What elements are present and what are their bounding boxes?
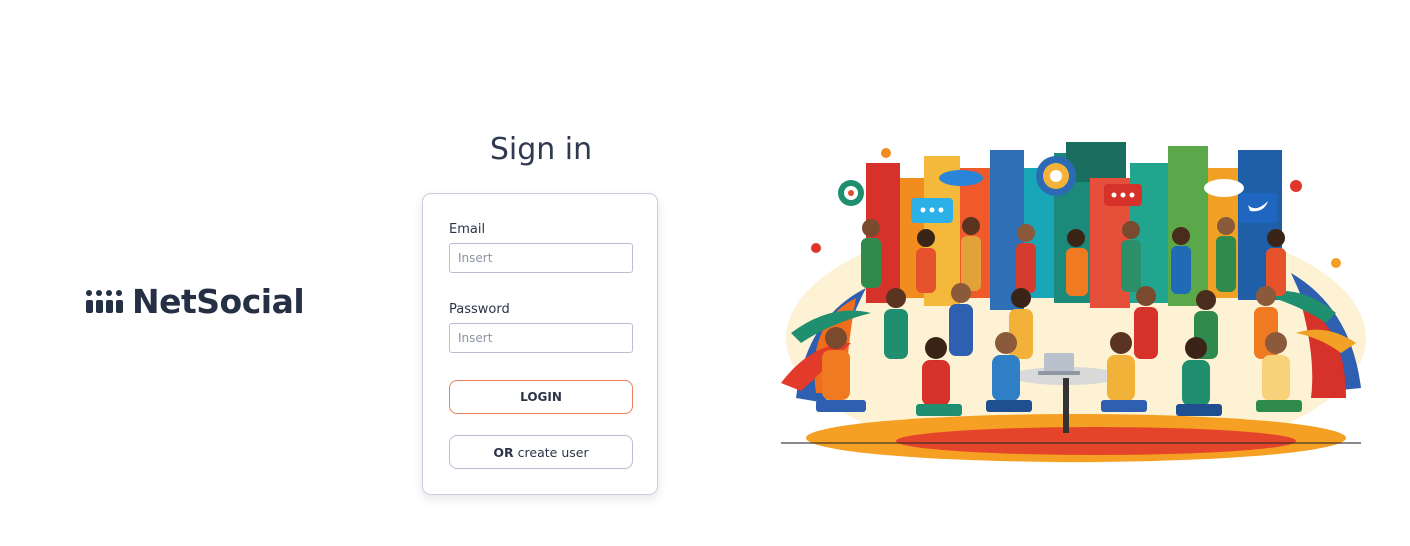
create-user-label: create user (517, 444, 589, 460)
signin-card: Email Password LOGIN OR create user (422, 193, 658, 495)
password-label: Password (449, 302, 510, 317)
create-user-prefix: OR (493, 444, 514, 460)
brand-logo: NetSocial (86, 282, 305, 322)
email-field[interactable] (449, 243, 633, 273)
password-field[interactable] (449, 323, 633, 353)
email-label: Email (449, 222, 486, 237)
community-illustration (781, 142, 1366, 463)
login-button-label: LOGIN (520, 390, 562, 404)
page-title: Sign in (489, 132, 593, 167)
create-user-button[interactable]: OR create user (449, 435, 633, 469)
brand-name: NetSocial (132, 282, 305, 321)
brand-mark-icon (86, 290, 124, 314)
login-button[interactable]: LOGIN (449, 380, 633, 414)
